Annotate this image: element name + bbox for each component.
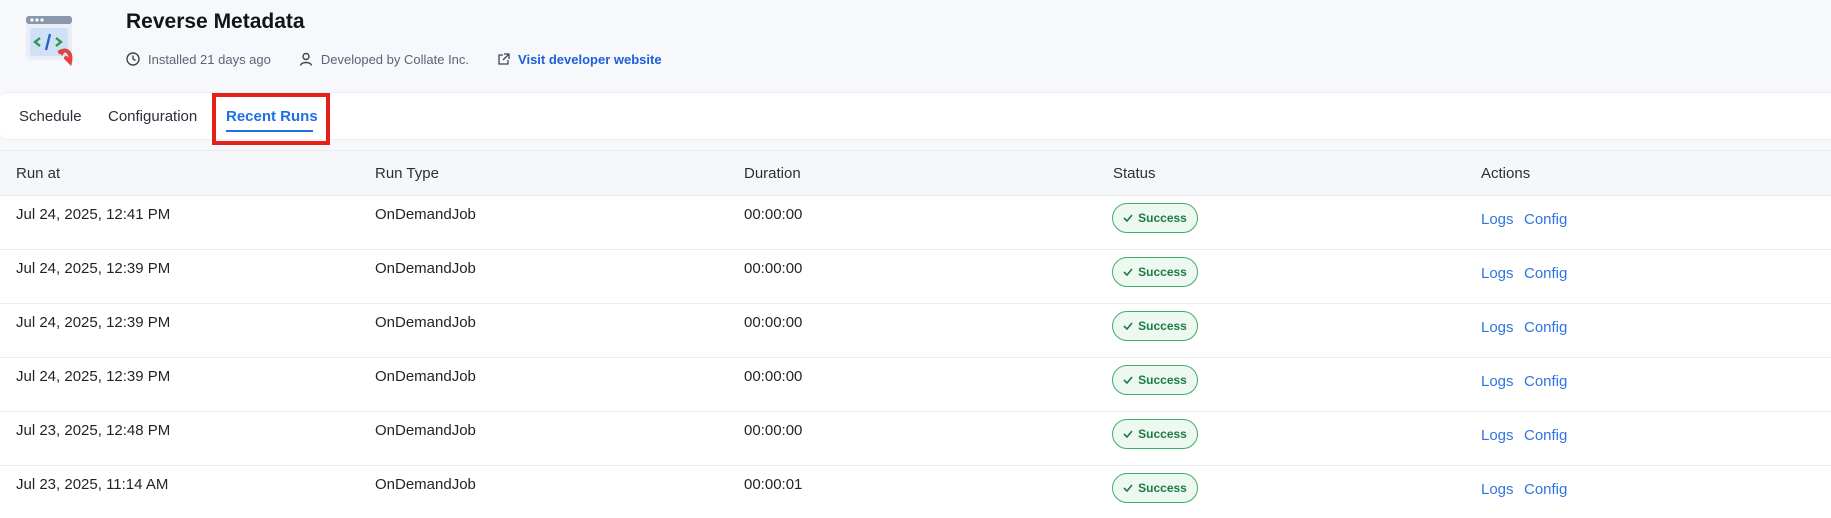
app-logo-icon [26, 16, 73, 67]
table-row: Jul 24, 2025, 12:39 PM OnDemandJob 00:00… [0, 304, 1831, 358]
check-icon [1123, 214, 1133, 222]
run-type-cell: OnDemandJob [375, 206, 476, 223]
table-header: Run at Run Type Duration Status Actions [0, 151, 1831, 196]
duration-cell: 00:00:00 [744, 206, 803, 223]
runs-table: Run at Run Type Duration Status Actions … [0, 150, 1831, 518]
column-header-actions: Actions [1481, 165, 1531, 182]
table-row: Jul 24, 2025, 12:39 PM OnDemandJob 00:00… [0, 250, 1831, 304]
installed-text: Installed 21 days ago [148, 51, 271, 67]
table-row: Jul 24, 2025, 12:39 PM OnDemandJob 00:00… [0, 358, 1831, 412]
run-at-cell: Jul 24, 2025, 12:39 PM [16, 368, 171, 385]
status-badge: Success [1112, 311, 1198, 341]
check-icon [1123, 268, 1133, 276]
config-link[interactable]: Config [1524, 211, 1567, 228]
run-at-cell: Jul 23, 2025, 11:14 AM [16, 476, 169, 493]
status-text: Success [1138, 211, 1187, 225]
duration-cell: 00:00:00 [744, 422, 803, 439]
app-title: Reverse Metadata [126, 10, 305, 33]
duration-cell: 00:00:00 [744, 314, 803, 331]
installed-info: Installed 21 days ago [126, 52, 271, 67]
config-link[interactable]: Config [1524, 481, 1567, 498]
duration-cell: 00:00:00 [744, 368, 803, 385]
logs-link[interactable]: Logs [1481, 319, 1514, 336]
run-type-cell: OnDemandJob [375, 314, 476, 331]
run-type-cell: OnDemandJob [375, 422, 476, 439]
website-link-text[interactable]: Visit developer website [518, 52, 662, 67]
status-text: Success [1138, 427, 1187, 441]
run-at-cell: Jul 24, 2025, 12:41 PM [16, 206, 171, 223]
status-badge: Success [1112, 473, 1198, 503]
config-link[interactable]: Config [1524, 373, 1567, 390]
clock-icon [126, 52, 140, 66]
config-link[interactable]: Config [1524, 427, 1567, 444]
check-icon [1123, 484, 1133, 492]
app-header: Reverse Metadata Installed 21 days ago D… [0, 0, 1831, 90]
status-badge: Success [1112, 419, 1198, 449]
column-header-run-at: Run at [16, 165, 61, 182]
status-text: Success [1138, 265, 1187, 279]
column-header-run-type: Run Type [375, 165, 439, 182]
logs-link[interactable]: Logs [1481, 265, 1514, 282]
table-row: Jul 23, 2025, 12:48 PM OnDemandJob 00:00… [0, 412, 1831, 466]
developer-website-link[interactable]: Visit developer website [497, 52, 662, 67]
run-type-cell: OnDemandJob [375, 368, 476, 385]
status-text: Success [1138, 373, 1187, 387]
status-badge: Success [1112, 203, 1198, 233]
app-meta-row: Installed 21 days ago Developed by Colla… [126, 50, 690, 68]
developer-text: Developed by Collate Inc. [320, 51, 470, 67]
logs-link[interactable]: Logs [1481, 481, 1514, 498]
column-header-duration: Duration [744, 165, 801, 182]
logs-link[interactable]: Logs [1481, 211, 1514, 228]
tab-configuration[interactable]: Configuration [108, 93, 197, 141]
status-text: Success [1138, 319, 1187, 333]
run-at-cell: Jul 23, 2025, 12:48 PM [16, 422, 171, 439]
status-badge: Success [1112, 365, 1198, 395]
run-at-cell: Jul 24, 2025, 12:39 PM [16, 314, 171, 331]
tab-schedule[interactable]: Schedule [19, 93, 82, 141]
config-link[interactable]: Config [1524, 265, 1567, 282]
duration-cell: 00:00:00 [744, 260, 803, 277]
logs-link[interactable]: Logs [1481, 427, 1514, 444]
check-icon [1123, 376, 1133, 384]
highlight-box [212, 93, 330, 145]
external-link-icon [498, 52, 510, 65]
check-icon [1123, 322, 1133, 330]
status-badge: Success [1112, 257, 1198, 287]
table-row: Jul 24, 2025, 12:41 PM OnDemandJob 00:00… [0, 196, 1831, 250]
logs-link[interactable]: Logs [1481, 373, 1514, 390]
check-icon [1123, 430, 1133, 438]
status-text: Success [1138, 481, 1187, 495]
table-row: Jul 23, 2025, 11:14 AM OnDemandJob 00:00… [0, 466, 1831, 518]
duration-cell: 00:00:01 [744, 476, 803, 493]
config-link[interactable]: Config [1524, 319, 1567, 336]
developer-info: Developed by Collate Inc. [299, 52, 469, 67]
run-at-cell: Jul 24, 2025, 12:39 PM [16, 260, 171, 277]
run-type-cell: OnDemandJob [375, 476, 476, 493]
column-header-status: Status [1113, 165, 1156, 182]
run-type-cell: OnDemandJob [375, 260, 476, 277]
user-icon [299, 52, 313, 66]
